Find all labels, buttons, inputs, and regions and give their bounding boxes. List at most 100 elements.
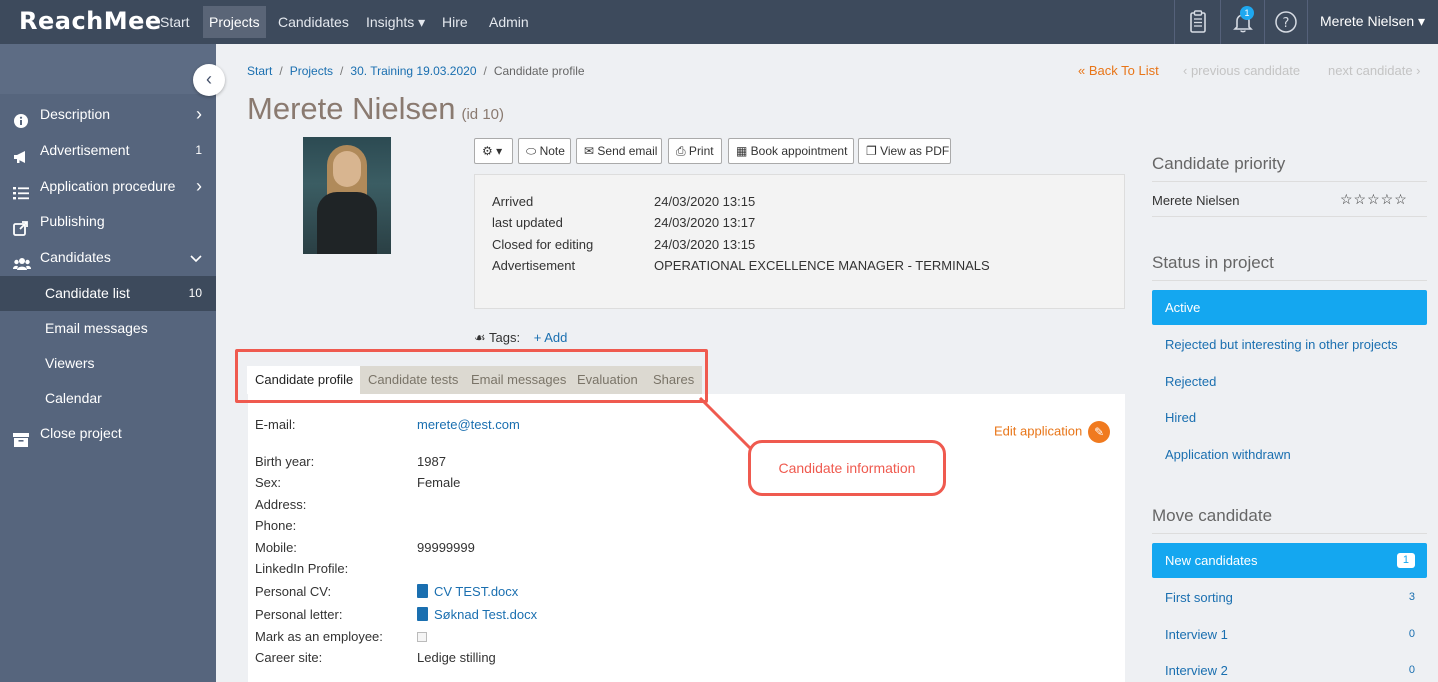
nav-projects[interactable]: Projects [203, 6, 266, 38]
cv-file-link[interactable]: CV TEST.docx [417, 584, 518, 599]
nav-hire[interactable]: Hire [436, 6, 474, 38]
sidebar-subitem-viewers[interactable]: Viewers [0, 346, 216, 381]
tag-icon: ☙ [474, 330, 486, 345]
sidebar-item-label: Viewers [45, 355, 95, 371]
note-button[interactable]: ⬭ Note [518, 138, 571, 164]
sidebar-item-publishing[interactable]: Publishing [0, 203, 216, 239]
print-button[interactable]: ⎙ Print [668, 138, 722, 164]
back-to-list-link[interactable]: « Back To List [1078, 63, 1159, 78]
add-tag-link[interactable]: + Add [534, 330, 568, 345]
info-value: 24/03/2020 13:17 [654, 215, 756, 230]
divider [1174, 0, 1175, 44]
archive-icon [13, 425, 29, 447]
nav-insights[interactable]: Insights ▾ [360, 6, 431, 38]
info-value: OPERATIONAL EXCELLENCE MANAGER - TERMINA… [654, 258, 990, 273]
stage-count: 0 [1408, 664, 1415, 676]
info-label: Advertisement [492, 258, 576, 273]
chevron-right-icon: › [196, 176, 202, 196]
view-as-pdf-button[interactable]: ❐ View as PDF [858, 138, 951, 164]
field-value: Female [417, 475, 461, 490]
user-menu[interactable]: Merete Nielsen ▾ [1320, 13, 1425, 30]
stage-interview-1[interactable]: Interview 1 0 [1152, 617, 1427, 652]
letter-file-link[interactable]: Søknad Test.docx [417, 607, 537, 622]
candidate-name: Merete Nielsen [247, 91, 456, 126]
chevron-down-icon [190, 239, 202, 275]
status-withdrawn[interactable]: Application withdrawn [1152, 437, 1427, 472]
field-label: Mobile: [255, 540, 297, 555]
sidebar-subitem-calendar[interactable]: Calendar [0, 381, 216, 416]
edit-application-button[interactable]: Edit application ✎ [994, 421, 1111, 443]
edit-application-label: Edit application [994, 423, 1083, 439]
logo[interactable]: ReachMee [19, 7, 162, 35]
sidebar-item-count: 10 [188, 286, 202, 300]
list-icon [13, 178, 29, 200]
sidebar-item-label: Email messages [45, 320, 148, 336]
divider [1152, 181, 1427, 182]
sidebar-item-candidates[interactable]: Candidates [0, 239, 216, 275]
clipboard-icon[interactable] [1184, 8, 1212, 36]
collapse-sidebar-button[interactable]: ‹ [193, 64, 225, 96]
breadcrumb-projects[interactable]: Projects [290, 64, 333, 78]
stage-interview-2[interactable]: Interview 2 0 [1152, 653, 1427, 682]
help-icon[interactable]: ? [1272, 8, 1300, 36]
email-link[interactable]: merete@test.com [417, 417, 520, 432]
breadcrumb-current: Candidate profile [493, 64, 585, 78]
sidebar-subitem-email-messages[interactable]: Email messages [0, 311, 216, 346]
sidebar-item-label: Publishing [40, 213, 105, 229]
stage-new-candidates[interactable]: New candidates 1 [1152, 543, 1427, 578]
book-appointment-button[interactable]: ▦ Book appointment [728, 138, 854, 164]
candidate-photo [303, 137, 391, 254]
stage-label: Interview 2 [1165, 663, 1228, 678]
actions-menu-button[interactable]: ⚙ ▾ [474, 138, 513, 164]
info-label: Closed for editing [492, 237, 594, 252]
field-label: Address: [255, 497, 307, 512]
send-email-button[interactable]: ✉ Send email [576, 138, 662, 164]
priority-stars[interactable]: ☆☆☆☆☆ [1340, 191, 1408, 208]
candidate-information-callout: Candidate information [748, 440, 946, 496]
status-hired[interactable]: Hired [1152, 400, 1427, 435]
tabs-highlight-annotation [235, 349, 708, 403]
info-icon [13, 106, 29, 128]
employee-checkbox[interactable] [417, 632, 427, 642]
application-info-box: Arrived 24/03/2020 13:15 last updated 24… [474, 174, 1125, 309]
divider [1220, 0, 1221, 44]
nav-candidates[interactable]: Candidates [272, 6, 355, 38]
info-label: last updated [492, 215, 563, 230]
megaphone-icon [13, 142, 29, 163]
divider [1152, 533, 1427, 534]
sidebar: Description › Advertisement 1 Applicatio… [0, 44, 216, 682]
nav-admin[interactable]: Admin [483, 6, 535, 38]
status-active[interactable]: Active [1152, 290, 1427, 325]
sidebar-header [0, 44, 216, 94]
next-candidate-link[interactable]: next candidate › [1328, 63, 1421, 78]
sidebar-subitem-candidate-list[interactable]: Candidate list 10 [0, 276, 216, 311]
breadcrumb-project[interactable]: 30. Training 19.03.2020 [350, 64, 476, 78]
field-label: Personal letter: [255, 607, 343, 622]
field-label: Career site: [255, 650, 323, 665]
notification-badge: 1 [1240, 6, 1254, 20]
top-navbar: ReachMee Start Projects Candidates Insig… [0, 0, 1438, 44]
field-label: Phone: [255, 518, 297, 533]
status-rejected[interactable]: Rejected [1152, 364, 1427, 399]
breadcrumb-start[interactable]: Start [247, 64, 272, 78]
previous-candidate-link[interactable]: ‹ previous candidate [1183, 63, 1300, 78]
sidebar-item-label: Candidates [40, 249, 111, 265]
sidebar-item-label: Calendar [45, 390, 102, 406]
chevron-left-icon: ‹ [206, 69, 212, 89]
users-icon [13, 249, 31, 270]
field-label: Sex: [255, 475, 282, 490]
stage-first-sorting[interactable]: First sorting 3 [1152, 580, 1427, 615]
sidebar-item-label: Application procedure [40, 178, 176, 194]
info-label: Arrived [492, 194, 534, 209]
sidebar-item-close-project[interactable]: Close project [0, 415, 216, 451]
candidate-profile-panel: E-mail: merete@test.com Edit application… [248, 394, 1125, 682]
sidebar-item-application-procedure[interactable]: Application procedure › [0, 168, 216, 204]
stage-label: Interview 1 [1165, 627, 1228, 642]
sidebar-item-advertisement[interactable]: Advertisement 1 [0, 132, 216, 168]
nav-start[interactable]: Start [154, 6, 196, 38]
sidebar-item-description[interactable]: Description › [0, 96, 216, 132]
sidebar-item-label: Candidate list [45, 285, 130, 301]
status-rejected-interesting[interactable]: Rejected but interesting in other projec… [1152, 327, 1427, 362]
file-name: Søknad Test.docx [434, 607, 538, 622]
field-label: Mark as an employee: [255, 629, 383, 644]
